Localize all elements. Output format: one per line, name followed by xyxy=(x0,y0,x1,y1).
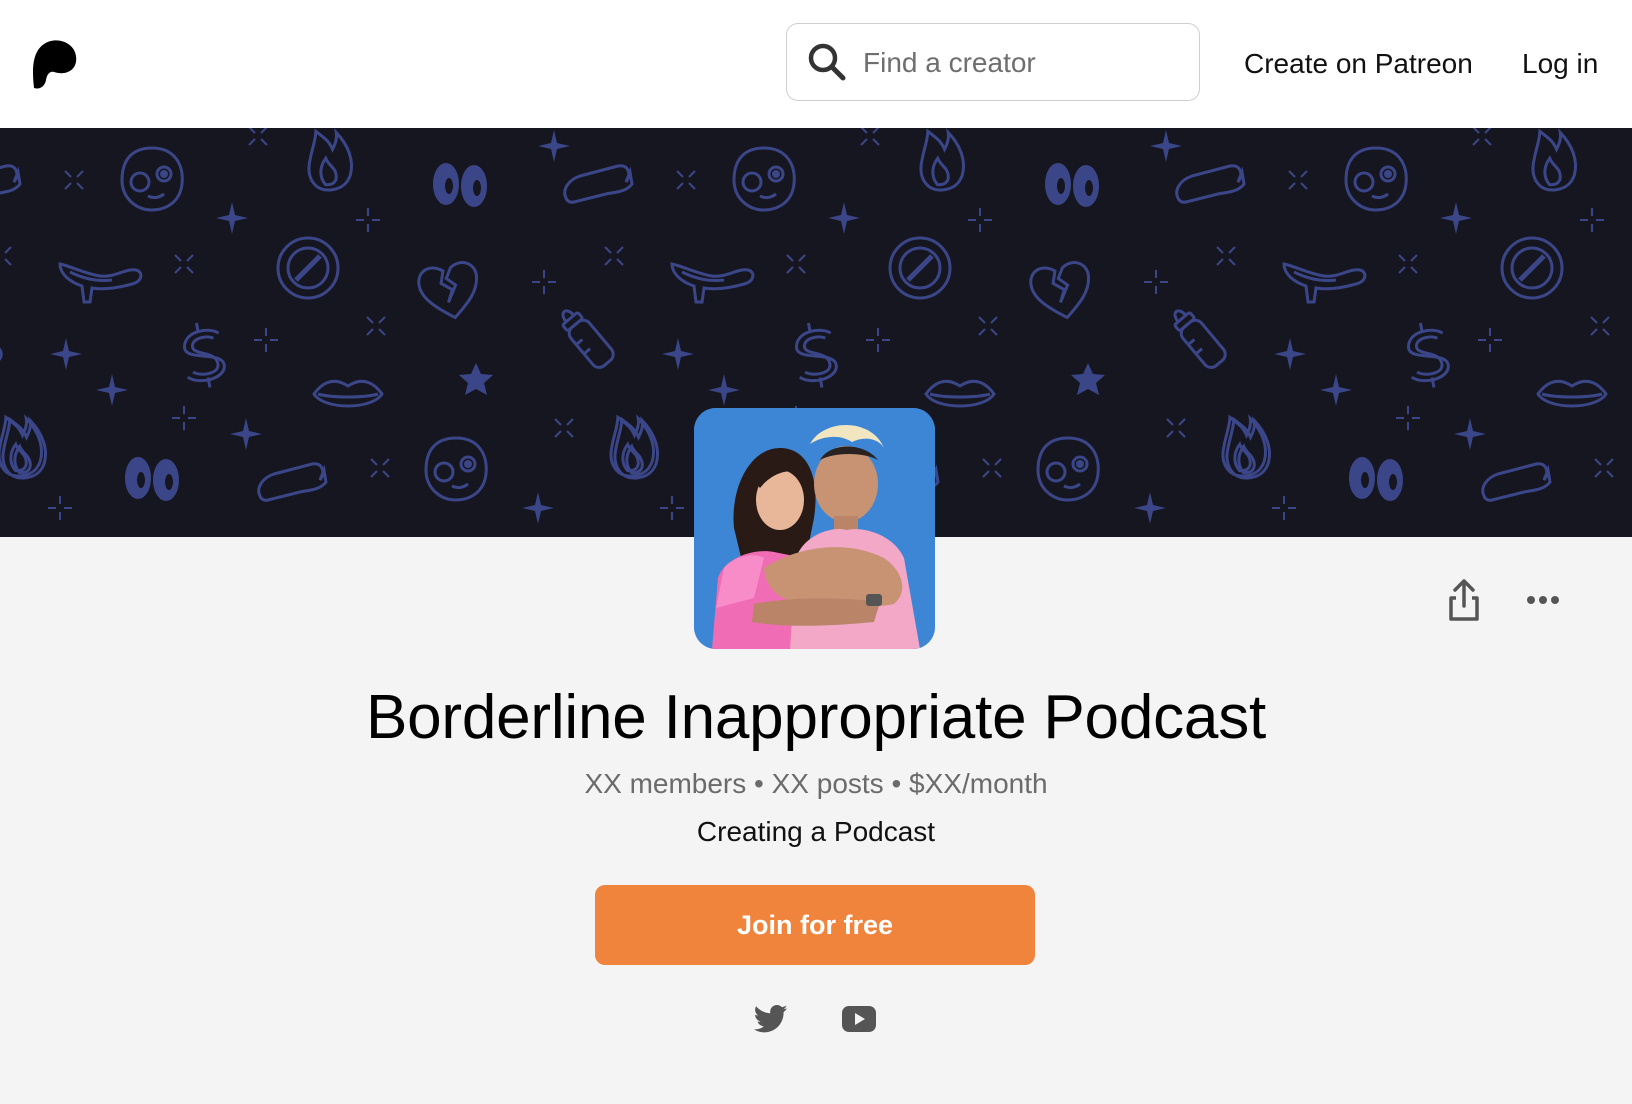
search-icon xyxy=(808,43,846,81)
join-for-free-button[interactable]: Join for free xyxy=(595,885,1035,965)
patreon-logo-icon[interactable] xyxy=(30,38,78,90)
top-navigation: Create on Patreon Log in xyxy=(0,0,1632,128)
share-icon[interactable] xyxy=(1446,578,1482,622)
more-icon[interactable] xyxy=(1526,590,1560,610)
creator-tagline: Creating a Podcast xyxy=(696,816,936,847)
search-input[interactable] xyxy=(861,38,1185,88)
youtube-icon[interactable] xyxy=(842,1006,876,1032)
login-link[interactable]: Log in xyxy=(1522,44,1598,84)
creator-stats: XX members • XX posts • $XX/month xyxy=(584,768,1048,799)
search-box[interactable] xyxy=(786,23,1200,101)
create-on-patreon-link[interactable]: Create on Patreon xyxy=(1244,44,1473,84)
twitter-icon[interactable] xyxy=(754,1004,788,1034)
creator-photo xyxy=(694,408,935,649)
creator-avatar xyxy=(694,408,935,649)
creator-name: Borderline Inappropriate Podcast xyxy=(365,683,1267,752)
